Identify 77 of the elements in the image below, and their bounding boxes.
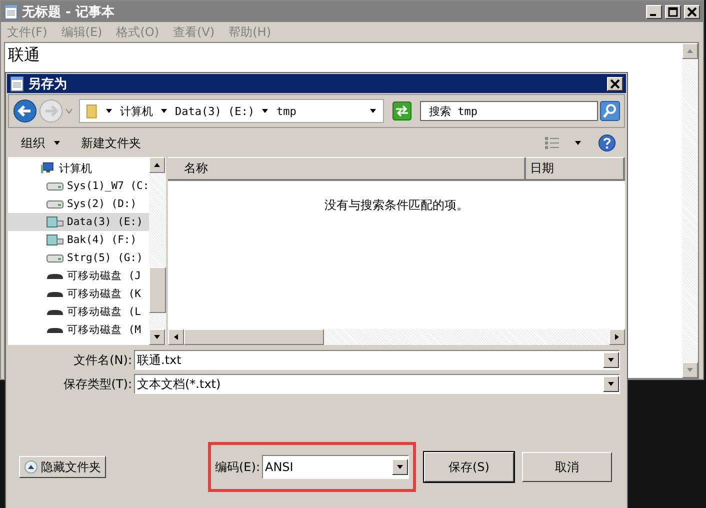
close-icon bbox=[687, 6, 697, 16]
up-arrow-icon bbox=[154, 163, 160, 167]
close-button[interactable] bbox=[607, 76, 623, 90]
collapse-icon bbox=[24, 460, 38, 474]
dropdown-button[interactable] bbox=[603, 352, 619, 368]
column-header[interactable]: 名称 bbox=[168, 157, 526, 179]
close-button[interactable] bbox=[684, 4, 700, 18]
down-arrow-icon bbox=[154, 335, 160, 339]
close-icon bbox=[610, 78, 620, 88]
help-icon[interactable] bbox=[598, 134, 616, 152]
right-arrow-icon bbox=[615, 334, 619, 340]
column-header[interactable]: 日期 bbox=[526, 157, 625, 179]
caret-icon[interactable] bbox=[160, 108, 168, 114]
scroll-thumb[interactable] bbox=[149, 266, 166, 314]
search-icon[interactable] bbox=[600, 101, 620, 121]
scroll-right-button[interactable] bbox=[609, 329, 625, 345]
filename-field[interactable]: 联通.txt bbox=[134, 350, 620, 370]
breadcrumb[interactable]: Data(3) (E:) bbox=[175, 104, 254, 118]
folder-icon bbox=[86, 103, 98, 119]
minimize-icon bbox=[650, 14, 656, 16]
tree-item[interactable]: 可移动磁盘 (J bbox=[8, 267, 149, 285]
dialog-button[interactable]: 保存(S) bbox=[424, 452, 514, 482]
notepad-icon bbox=[4, 4, 18, 20]
drive-icon bbox=[46, 234, 64, 246]
tree-item[interactable]: 可移动磁盘 (K bbox=[8, 285, 149, 303]
field-label: 文件名(N): bbox=[72, 352, 133, 368]
drive-icon bbox=[46, 252, 64, 264]
caret-icon[interactable] bbox=[105, 108, 113, 114]
caret-icon[interactable] bbox=[53, 140, 61, 146]
encoding-dropdown[interactable]: ANSI bbox=[262, 455, 409, 479]
up-arrow-icon bbox=[687, 49, 693, 53]
left-arrow-icon bbox=[174, 334, 178, 340]
address-bar[interactable]: 计算机 Data(3) (E:) tmp bbox=[79, 99, 384, 123]
back-icon[interactable] bbox=[13, 99, 37, 123]
dialog-title: 另存为 bbox=[28, 76, 67, 92]
down-arrow-icon bbox=[397, 465, 403, 469]
maximize-icon bbox=[668, 6, 678, 16]
maximize-button[interactable] bbox=[665, 4, 681, 18]
empty-message: 没有与搜索条件匹配的项。 bbox=[324, 197, 468, 214]
caret-icon[interactable] bbox=[574, 140, 582, 146]
field-label: 编码(E): bbox=[215, 458, 260, 476]
breadcrumb[interactable]: tmp bbox=[276, 104, 296, 118]
minimize-button[interactable] bbox=[646, 4, 662, 18]
tree-item[interactable]: Sys(1)_W7 (C: bbox=[8, 177, 149, 195]
tree-item[interactable]: Sys(2) (D:) bbox=[8, 195, 149, 213]
new-folder-button[interactable]: 新建文件夹 bbox=[81, 134, 141, 152]
organize-menu[interactable]: 组织 bbox=[21, 134, 45, 152]
tree-item[interactable]: Strg(5) (G:) bbox=[8, 249, 149, 267]
hide-folders-button[interactable]: 隐藏文件夹 bbox=[19, 456, 106, 478]
search-field[interactable]: 搜索 tmp bbox=[420, 101, 598, 121]
caret-icon[interactable] bbox=[261, 108, 270, 114]
down-arrow-icon bbox=[608, 358, 614, 362]
dialog-button[interactable]: 取消 bbox=[522, 452, 612, 482]
dropdown-button[interactable] bbox=[603, 376, 619, 392]
file-type-dropdown[interactable]: 文本文档(*.txt) bbox=[134, 374, 620, 394]
down-arrow-icon bbox=[687, 368, 693, 372]
notepad-icon bbox=[10, 76, 24, 92]
tree-item[interactable]: Bak(4) (F:) bbox=[8, 231, 149, 249]
dropdown-icon[interactable] bbox=[369, 108, 377, 114]
down-arrow-icon bbox=[608, 382, 614, 386]
tree-item[interactable]: 可移动磁盘 (M bbox=[8, 321, 149, 339]
scroll-left-button[interactable] bbox=[168, 329, 184, 345]
field-label: 保存类型(T): bbox=[62, 376, 133, 392]
tree-item[interactable]: Data(3) (E:) bbox=[8, 213, 149, 231]
scroll-up-button[interactable] bbox=[149, 157, 165, 173]
refresh-icon[interactable] bbox=[392, 101, 412, 121]
tree-item[interactable]: 计算机 bbox=[8, 159, 149, 177]
drive-icon bbox=[46, 198, 64, 210]
drive-icon bbox=[46, 180, 64, 192]
computer-icon bbox=[38, 162, 56, 174]
scroll-down-button[interactable] bbox=[149, 329, 165, 345]
tree-item[interactable]: 可移动磁盘 (L bbox=[8, 303, 149, 321]
dropdown-button[interactable] bbox=[392, 459, 408, 475]
drive-icon bbox=[46, 216, 64, 228]
scroll-thumb[interactable] bbox=[184, 329, 324, 345]
window-title: 无标题 - 记事本 bbox=[22, 4, 114, 20]
breadcrumb[interactable]: 计算机 bbox=[120, 104, 153, 118]
